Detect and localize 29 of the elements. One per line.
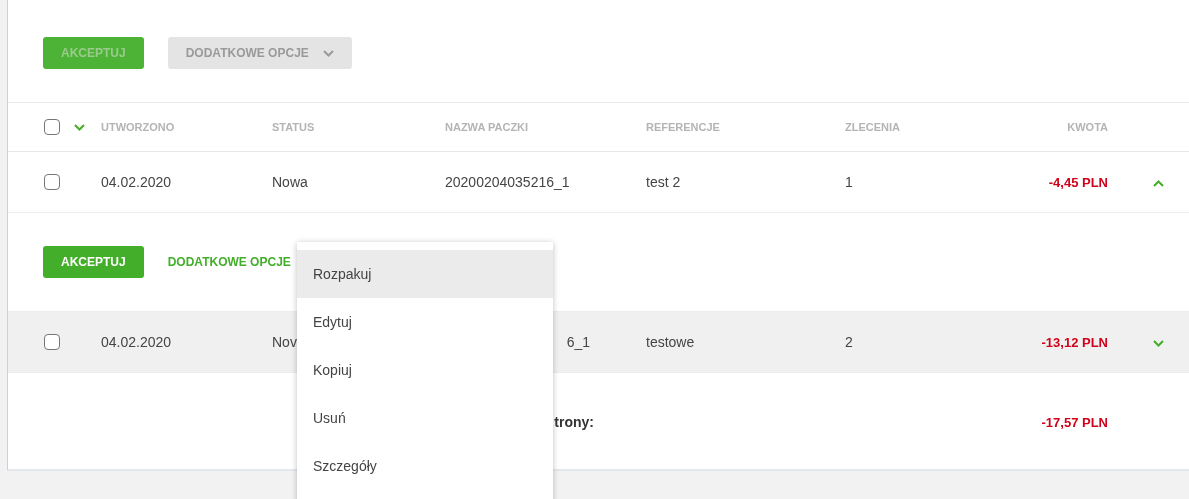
select-all-checkbox[interactable] — [44, 119, 60, 135]
table-cell-text: 04.02.2020 — [101, 334, 173, 350]
amount-cell-text: -4,45 PLN — [1047, 174, 1108, 190]
table-cell-text: test 2 — [646, 174, 682, 190]
chevron-up-icon[interactable] — [1153, 180, 1164, 187]
menu-item[interactable]: Rozpakuj — [297, 250, 553, 298]
menu-item[interactable]: Usuń — [297, 394, 553, 442]
total-label: trony: — [554, 414, 594, 430]
column-header: STATUS — [272, 121, 316, 133]
table-cell-text: 1 — [845, 174, 854, 190]
chevron-down-icon[interactable] — [1153, 340, 1164, 347]
table-cell-text: Nowa — [272, 174, 309, 190]
column-header: UTWORZONO — [101, 121, 176, 133]
chevron-down-icon[interactable] — [74, 123, 85, 131]
table-cell-text: testowe — [646, 334, 696, 350]
table-cell-text: 6_1 — [565, 334, 591, 350]
table-cell-text: 20200204035216_1 — [445, 174, 571, 190]
column-header: KWOTA — [1066, 121, 1108, 133]
amount-cell-text: -13,12 PLN — [1040, 334, 1108, 350]
column-header: REFERENCJE — [646, 121, 721, 133]
table-cell-text: Nov — [272, 334, 298, 350]
menu-item[interactable]: Szczegóły — [297, 442, 553, 490]
row-checkbox[interactable] — [44, 174, 60, 190]
column-header: ZLECENIA — [845, 121, 901, 133]
column-header: NAZWA PACZKI — [445, 121, 530, 133]
row-checkbox[interactable] — [44, 334, 60, 350]
table-cell-text: 04.02.2020 — [101, 174, 173, 190]
total-amount: -17,57 PLN — [1040, 414, 1108, 430]
table-cell-text: 2 — [845, 334, 854, 350]
